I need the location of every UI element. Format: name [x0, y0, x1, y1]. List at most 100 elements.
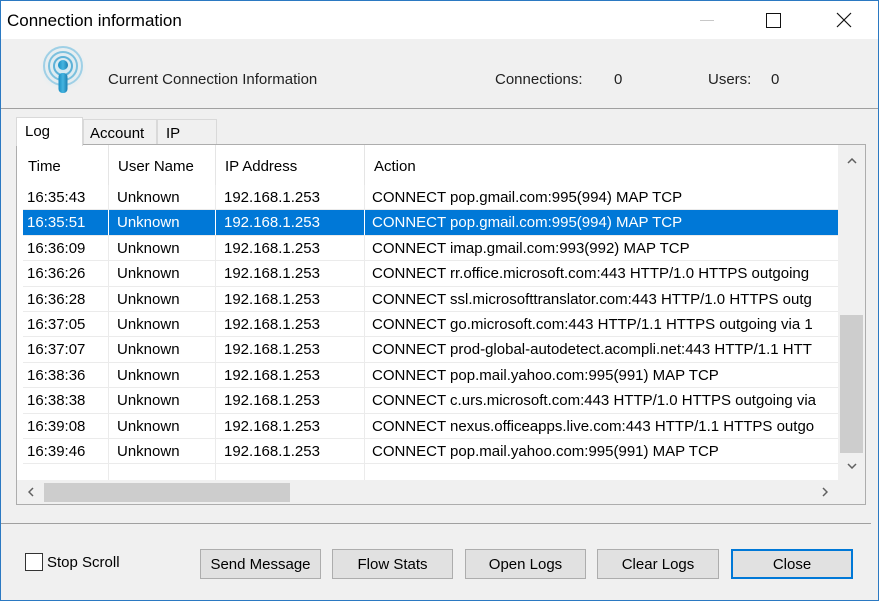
tab-ip[interactable]: IP [157, 119, 217, 145]
table-row[interactable]: 16:36:26 Unknown 192.168.1.253 CONNECT rr.o… [23, 261, 838, 287]
cell-ip-address: 192.168.1.253 [216, 235, 365, 261]
open-logs-button[interactable]: Open Logs [465, 549, 586, 579]
cell-time: 16:36:28 [23, 286, 109, 312]
column-header-user-name[interactable]: User Name [109, 145, 216, 185]
scroll-down-arrow[interactable] [838, 456, 865, 476]
users-count: 0 [771, 71, 780, 88]
stop-scroll-label: Stop Scroll [47, 553, 120, 571]
cell-user-name: Unknown [109, 286, 216, 312]
cell-time: 16:38:36 [23, 362, 109, 388]
chevron-down-icon [846, 463, 857, 469]
cell-ip-address: 192.168.1.253 [216, 311, 365, 337]
cell-ip-address: 192.168.1.253 [216, 261, 365, 287]
cell-ip-address: 192.168.1.253 [216, 185, 365, 210]
cell-time: 16:35:43 [23, 185, 109, 210]
cell-time: 16:36:26 [23, 261, 109, 287]
cell-action: CONNECT go.microsoft.com:443 HTTP/1.1 HT… [372, 315, 813, 333]
cell-user-name: Unknown [109, 362, 216, 388]
log-list[interactable]: Time User Name IP Address Action 16:35:4… [16, 144, 866, 505]
table-row[interactable]: 16:38:38 Unknown 192.168.1.253 CONNECT c.ur… [23, 388, 838, 414]
connections-count: 0 [614, 71, 623, 88]
scrollbar-corner [838, 480, 865, 504]
cell-ip-address: 192.168.1.253 [216, 286, 365, 312]
cell-time: 16:37:07 [23, 337, 109, 363]
cell-time: 16:39:46 [23, 438, 109, 464]
tab-log[interactable]: Log [16, 117, 83, 146]
cell-time: 16:37:05 [23, 311, 109, 337]
minimize-icon [700, 19, 714, 21]
table-row[interactable]: 16:37:05 Unknown 192.168.1.253 CONNECT go.m… [23, 311, 838, 338]
flow-stats-button[interactable]: Flow Stats [332, 549, 453, 579]
current-connection-title: Current Connection Information [108, 71, 318, 88]
vertical-scrollbar[interactable] [838, 145, 865, 482]
cell-action: CONNECT rr.office.microsoft.com:443 HTTP… [372, 265, 810, 283]
column-header-time[interactable]: Time [23, 145, 109, 185]
table-row[interactable]: 16:36:28 Unknown 192.168.1.253 CONNECT ssl.… [23, 286, 838, 312]
table-row[interactable]: 16:38:36 Unknown 192.168.1.253 CONNECT pop.… [23, 362, 838, 389]
chevron-up-icon [846, 158, 857, 164]
cell-user-name: Unknown [109, 438, 216, 464]
cell-action: CONNECT prod-global-autodetect.acompli.n… [372, 341, 812, 359]
cell-ip-address: 192.168.1.253 [216, 413, 365, 439]
column-header-ip-address[interactable]: IP Address [216, 145, 365, 185]
chevron-right-icon [822, 487, 828, 497]
clear-logs-button[interactable]: Clear Logs [597, 549, 719, 579]
minimize-button[interactable] [684, 1, 730, 39]
cell-user-name: Unknown [109, 235, 216, 261]
cell-time: 16:36:09 [23, 235, 109, 261]
cell-action: CONNECT pop.mail.yahoo.com:995(991) MAP … [372, 442, 719, 460]
broadcast-info-icon [39, 46, 87, 94]
table-row[interactable]: 16:39:46 Unknown 192.168.1.253 CONNECT pop.… [23, 438, 838, 465]
header-panel: Current Connection Information Connectio… [1, 39, 878, 109]
table-body: 16:35:43 Unknown 192.168.1.253 CONNECT pop.… [23, 185, 838, 490]
window-title: Connection information [7, 11, 182, 30]
cell-user-name: Unknown [109, 388, 216, 414]
horizontal-scrollbar[interactable] [17, 480, 838, 504]
vertical-scroll-thumb[interactable] [840, 315, 863, 453]
cell-ip-address: 192.168.1.253 [216, 388, 365, 414]
close-button[interactable]: Close [731, 549, 853, 579]
cell-time: 16:38:38 [23, 388, 109, 414]
cell-action: CONNECT pop.gmail.com:995(994) MAP TCP [372, 214, 683, 232]
cell-ip-address: 192.168.1.253 [216, 362, 365, 388]
stop-scroll-checkbox[interactable]: Stop Scroll [25, 553, 120, 571]
close-icon [836, 12, 852, 28]
cell-time: 16:35:51 [23, 210, 109, 236]
chevron-left-icon [28, 487, 34, 497]
close-window-button[interactable] [821, 1, 867, 39]
cell-user-name: Unknown [109, 210, 216, 236]
table-row[interactable]: 16:37:07 Unknown 192.168.1.253 CONNECT prod… [23, 337, 838, 363]
scroll-up-arrow[interactable] [838, 151, 865, 171]
users-label: Users: [708, 71, 752, 88]
cell-user-name: Unknown [109, 311, 216, 337]
tab-account[interactable]: Account [83, 119, 157, 145]
send-message-button[interactable]: Send Message [200, 549, 321, 579]
cell-action: CONNECT c.urs.microsoft.com:443 HTTP/1.0… [372, 392, 817, 410]
connection-info-window: Connection information Current Connectio… [0, 0, 879, 601]
stop-scroll-checkbox-box[interactable] [25, 553, 43, 571]
table-header: Time User Name IP Address Action [17, 145, 838, 185]
cell-action: CONNECT ssl.microsofttranslator.com:443 … [372, 290, 812, 308]
cell-user-name: Unknown [109, 413, 216, 439]
scroll-left-arrow[interactable] [21, 482, 41, 502]
footer-divider [1, 523, 871, 524]
cell-user-name: Unknown [109, 337, 216, 363]
scroll-right-arrow[interactable] [815, 482, 835, 502]
cell-action: CONNECT nexus.officeapps.live.com:443 HT… [372, 417, 815, 435]
column-header-action[interactable]: Action [365, 145, 838, 185]
cell-user-name: Unknown [109, 185, 216, 210]
cell-user-name: Unknown [109, 261, 216, 287]
table-row[interactable]: 16:35:51 Unknown 192.168.1.253 CONNECT pop.… [23, 210, 838, 236]
horizontal-scroll-thumb[interactable] [44, 483, 290, 502]
cell-ip-address: 192.168.1.253 [216, 337, 365, 363]
table-row[interactable]: 16:39:08 Unknown 192.168.1.253 CONNECT nexu… [23, 413, 838, 439]
cell-ip-address: 192.168.1.253 [216, 210, 365, 236]
cell-action: CONNECT pop.mail.yahoo.com:995(991) MAP … [372, 366, 719, 384]
title-bar[interactable]: Connection information [1, 1, 878, 39]
table-row[interactable]: 16:35:43 Unknown 192.168.1.253 CONNECT pop.… [23, 185, 838, 211]
cell-action: CONNECT pop.gmail.com:995(994) MAP TCP [372, 189, 683, 206]
table-row[interactable]: 16:36:09 Unknown 192.168.1.253 CONNECT imap… [23, 235, 838, 262]
maximize-icon [765, 12, 781, 28]
maximize-button[interactable] [750, 1, 796, 39]
cell-time: 16:39:08 [23, 413, 109, 439]
